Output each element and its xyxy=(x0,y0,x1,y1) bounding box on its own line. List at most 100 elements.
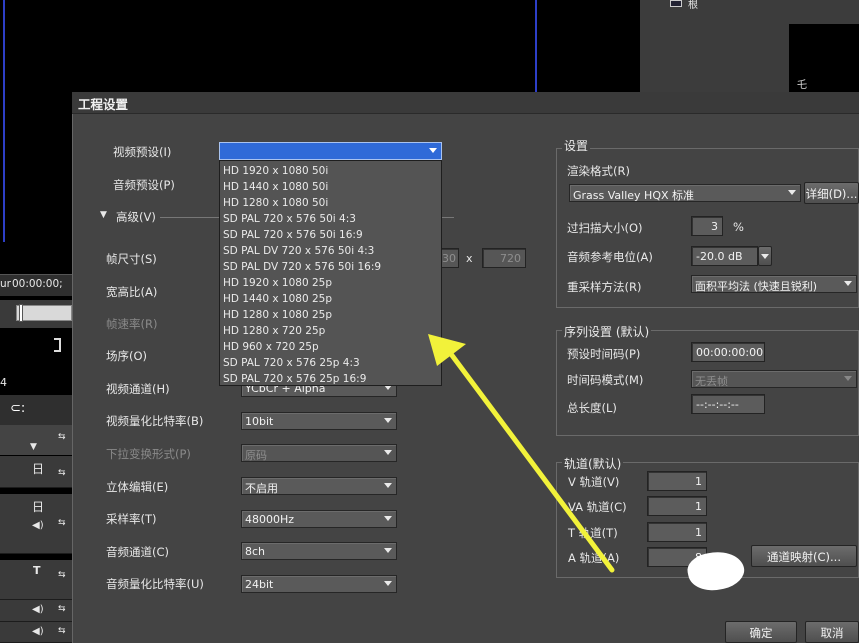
video-preset-option[interactable]: HD 960 x 720 25p xyxy=(220,339,441,355)
video-preset-option[interactable]: SD PAL 720 x 576 50i 16:9 xyxy=(220,227,441,243)
dialog-title: 工程设置 xyxy=(78,97,129,112)
audio-quant-label: 音频量化比特率(U) xyxy=(106,577,204,591)
advanced-divider xyxy=(160,217,220,218)
track-glyph-3: T xyxy=(33,564,41,577)
advanced-divider-right xyxy=(440,217,454,218)
track-arrow-icon[interactable]: ⇆ xyxy=(58,518,66,528)
channel-map-button[interactable]: 通道映射(C)... xyxy=(751,545,857,567)
speaker-icon-3[interactable]: ◀) xyxy=(32,626,44,637)
settings-group-title: 设置 xyxy=(562,137,591,154)
timecode-mode-select[interactable]: 无丢帧 xyxy=(691,370,857,388)
track-arrow-icon[interactable]: ⇆ xyxy=(58,604,66,614)
sample-rate-select[interactable]: 48000Hz xyxy=(241,510,397,528)
speaker-icon-2[interactable]: ◀) xyxy=(32,604,44,615)
audio-channel-select[interactable]: 8ch xyxy=(241,542,397,560)
audio-preset-label: 音频预设(P) xyxy=(113,178,175,192)
left-strip-blue-border xyxy=(3,92,5,242)
video-preset-option[interactable]: HD 1920 x 1080 50i xyxy=(220,163,441,179)
t-track-input[interactable]: 1 xyxy=(647,522,707,542)
audio-ref-dropdown-button[interactable] xyxy=(758,246,772,266)
video-preset-option[interactable]: SD PAL 720 x 576 50i 4:3 xyxy=(220,211,441,227)
video-preset-option[interactable]: HD 1280 x 1080 25p xyxy=(220,307,441,323)
video-preset-option[interactable]: HD 1440 x 1080 25p xyxy=(220,291,441,307)
render-format-label: 渲染格式(R) xyxy=(567,164,630,178)
chevron-down-icon xyxy=(844,376,852,381)
scrub-track[interactable] xyxy=(16,305,72,321)
preview-border-left xyxy=(3,0,5,92)
pulldown-select[interactable]: 原码 xyxy=(241,444,397,462)
video-preset-option[interactable]: SD PAL 720 x 576 25p 16:9 xyxy=(220,371,441,387)
video-preset-option[interactable]: HD 1440 x 1080 50i xyxy=(220,179,441,195)
link-icon[interactable]: ⊂: xyxy=(10,401,25,416)
track-header-dropdown-icon[interactable]: ▼ xyxy=(30,442,37,452)
ok-button[interactable]: 确定 xyxy=(725,621,797,643)
audio-quant-select[interactable]: 24bit xyxy=(241,575,397,593)
duration-label: 总长度(L) xyxy=(567,401,617,415)
speaker-icon-1[interactable]: ◀) xyxy=(32,520,44,531)
audio-quant-value: 24bit xyxy=(245,578,274,591)
track-glyph-2: 日 xyxy=(32,500,45,514)
audio-channel-label: 音频通道(C) xyxy=(106,545,170,559)
advanced-label[interactable]: 高级(V) xyxy=(116,209,156,225)
frame-x-separator: x xyxy=(466,252,473,265)
audio-channel-value: 8ch xyxy=(245,545,266,558)
timecode-mode-label: 时间码模式(M) xyxy=(567,373,644,387)
track-arrow-icon[interactable]: ⇆ xyxy=(58,432,66,442)
resample-select[interactable]: 面积平均法 (快速且锐利) xyxy=(691,275,857,293)
video-preset-select[interactable] xyxy=(219,142,442,160)
video-quant-select[interactable]: 10bit xyxy=(241,412,397,430)
sample-rate-label: 采样率(T) xyxy=(106,512,157,526)
video-channel-label: 视频通道(H) xyxy=(106,382,170,396)
track-arrow-icon[interactable]: ⇆ xyxy=(58,570,66,580)
sample-rate-value: 48000Hz xyxy=(245,513,295,526)
t-track-label: T 轨道(T) xyxy=(568,526,618,540)
frame-size-label: 帧尺寸(S) xyxy=(106,252,157,266)
tracks-group-title: 轨道(默认) xyxy=(562,455,624,472)
video-preset-option[interactable]: HD 1920 x 1080 25p xyxy=(220,275,441,291)
a-track-label: A 轨道(A) xyxy=(568,551,620,565)
render-format-select[interactable]: Grass Valley HQX 标准 xyxy=(569,184,801,202)
duration-input[interactable]: --:--:--:-- xyxy=(691,394,765,414)
v-track-input[interactable]: 1 xyxy=(647,471,707,491)
audio-ref-input[interactable]: -20.0 dB xyxy=(691,246,758,266)
track-arrow-icon[interactable]: ⇆ xyxy=(58,468,66,478)
va-track-label: VA 轨道(C) xyxy=(568,500,627,514)
timecode-mode-value: 无丢帧 xyxy=(695,375,728,388)
track-number: 4 xyxy=(0,376,7,389)
chevron-down-icon xyxy=(384,450,392,455)
preset-timecode-input[interactable]: 00:00:00:00 xyxy=(691,342,765,362)
chevron-down-icon xyxy=(844,281,852,286)
preset-timecode-label: 预设时间码(P) xyxy=(567,347,641,361)
video-preset-option[interactable]: HD 1280 x 720 25p xyxy=(220,323,441,339)
track-arrow-icon[interactable]: ⇆ xyxy=(58,626,66,636)
advanced-expand-icon[interactable]: ▼ xyxy=(100,210,107,220)
video-preset-option[interactable]: SD PAL DV 720 x 576 50i 4:3 xyxy=(220,243,441,259)
chevron-down-icon xyxy=(429,148,437,153)
stereo-select[interactable]: 不启用 xyxy=(241,477,397,495)
dialog-titlebar[interactable] xyxy=(72,92,859,114)
video-preset-option[interactable]: HD 1280 x 1080 50i xyxy=(220,195,441,211)
cancel-button[interactable]: 取消 xyxy=(805,621,859,643)
chevron-down-icon xyxy=(384,483,392,488)
v-track-label: V 轨道(V) xyxy=(568,475,620,489)
resample-value: 面积平均法 (快速且锐利) xyxy=(695,280,818,293)
overscan-unit: % xyxy=(733,220,744,234)
video-preset-option[interactable]: SD PAL 720 x 576 25p 4:3 xyxy=(220,355,441,371)
frame-height-input[interactable]: 720 xyxy=(482,248,526,268)
scrub-handle[interactable] xyxy=(19,304,23,322)
stereo-label: 立体编辑(E) xyxy=(106,480,169,494)
render-format-value: Grass Valley HQX 标准 xyxy=(573,189,695,202)
overscan-input[interactable]: 3 xyxy=(691,216,723,236)
detail-button[interactable]: 详细(D)... xyxy=(804,182,859,204)
pulldown-value: 原码 xyxy=(245,449,267,462)
video-quant-label: 视频量化比特率(B) xyxy=(106,414,204,428)
right-panel-checkbox[interactable] xyxy=(670,0,682,7)
video-preset-dropdown-list[interactable]: HD 1920 x 1080 50i HD 1440 x 1080 50i HD 1… xyxy=(219,160,442,386)
chevron-down-icon xyxy=(384,548,392,553)
va-track-input[interactable]: 1 xyxy=(647,496,707,516)
video-preset-option[interactable]: SD PAL DV 720 x 576 50i 16:9 xyxy=(220,259,441,275)
right-preview-mark: 乇 xyxy=(797,80,807,91)
mark-icon[interactable] xyxy=(54,338,61,352)
chevron-down-icon xyxy=(384,581,392,586)
track-glyph-1: 日 xyxy=(32,462,45,476)
